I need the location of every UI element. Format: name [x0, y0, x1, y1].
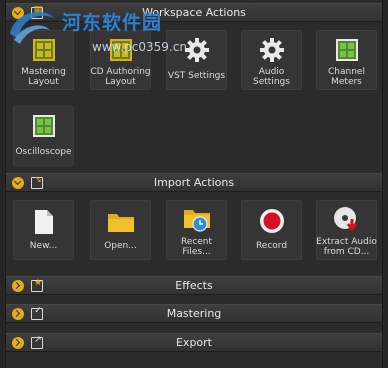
tile-label: Recent Files... [180, 237, 213, 257]
watermark-logo-icon [10, 11, 54, 44]
section-title: Mastering [166, 307, 222, 320]
tile-label: Extract Audio from CD... [316, 237, 377, 257]
recent-folder-icon [183, 210, 210, 232]
recent-files-button[interactable]: Recent Files... [166, 200, 227, 260]
record-button[interactable]: Record [241, 200, 302, 260]
section-title: Export [175, 336, 212, 349]
tile-label: CD Authoring Layout [90, 67, 151, 87]
export-header[interactable]: ↗ Export [6, 333, 382, 352]
tile-label: Oscilloscope [15, 147, 72, 157]
meters-icon [335, 39, 358, 61]
tile-label: New... [29, 241, 58, 251]
tile-label: Open... [104, 241, 137, 251]
tile-label: VST Settings [167, 71, 226, 81]
tile-label: Mastering Layout [21, 67, 66, 87]
section-title: Effects [175, 279, 213, 292]
record-icon [259, 209, 284, 233]
gear-icon [259, 38, 284, 62]
new-file-icon [34, 210, 53, 234]
channel-meters-button[interactable]: Channel Meters [316, 30, 377, 90]
new-file-button[interactable]: New... [13, 200, 74, 260]
effects-header[interactable]: ★ Effects [6, 276, 382, 295]
tile-label: Channel Meters [328, 67, 365, 87]
mastering-header[interactable]: ✓ Mastering [6, 304, 382, 323]
scope-icon [32, 115, 55, 137]
cd-extract-icon [333, 207, 357, 232]
open-file-button[interactable]: Open... [90, 200, 151, 260]
tile-label: Record [255, 241, 288, 251]
extract-audio-cd-button[interactable]: Extract Audio from CD... [316, 200, 377, 260]
section-title: Import Actions [153, 176, 235, 189]
audio-settings-button[interactable]: Audio Settings [241, 30, 302, 90]
watermark-url: www.pc0359.cn [92, 40, 187, 54]
watermark: 河东软件园 www.pc0359.cn [0, 0, 200, 60]
folder-icon [107, 214, 134, 232]
oscilloscope-button[interactable]: Oscilloscope [13, 106, 74, 166]
import-actions-header[interactable]: ↘ Import Actions [6, 173, 382, 192]
tile-label: Audio Settings [253, 67, 290, 87]
watermark-text: 河东软件园 [62, 12, 163, 34]
